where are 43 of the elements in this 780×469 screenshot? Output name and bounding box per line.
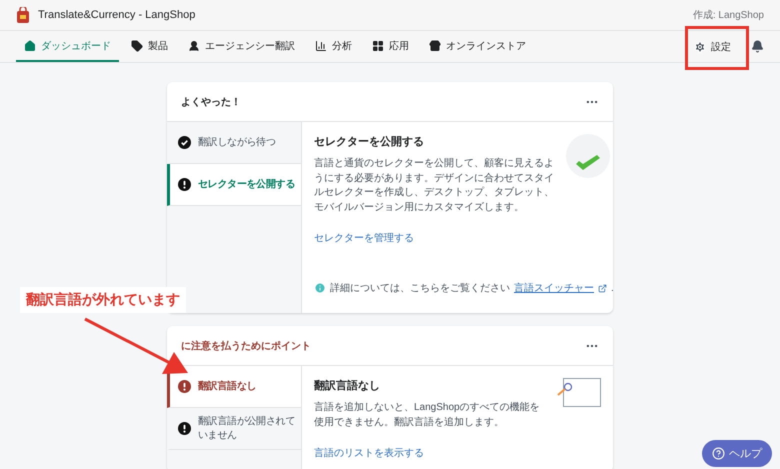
- app-title: Translate&Currency - LangShop: [38, 9, 196, 21]
- check-circle-icon: [178, 136, 191, 149]
- nav-icon: [24, 40, 36, 52]
- nav-tab[interactable]: エージェンシー翻訳: [180, 31, 303, 62]
- card-title: よくやった！: [181, 96, 241, 108]
- nav-tab[interactable]: 応用: [364, 31, 417, 62]
- bell-icon[interactable]: [751, 40, 764, 53]
- note-text: 詳細については、こちらをご覧ください: [330, 282, 510, 295]
- author-label: 作成: LangShop: [692, 8, 764, 22]
- step-description: 言語と通貨のセレクターを公開して、顧客に見えるようにする必要があります。デザインに合わせてスタイルセレクターを作成し、デスクトップ、タブレット、モバイルバージョン用にカスタマイズします。: [314, 157, 555, 214]
- exclamation-circle-icon: [178, 178, 191, 191]
- step-heading: 翻訳言語なし: [314, 378, 381, 393]
- help-icon: [712, 447, 725, 460]
- nav-icon: [315, 40, 327, 52]
- annotation-label: 翻訳言語が外れています: [20, 287, 186, 313]
- exclamation-circle-icon: [178, 380, 191, 393]
- nav-tab[interactable]: 製品: [123, 31, 176, 62]
- step-link[interactable]: 言語のリストを表示する: [314, 446, 549, 460]
- card-title: に注意を払うためにポイント: [181, 339, 311, 352]
- step-tab[interactable]: 翻訳言語が公開されていません: [167, 408, 301, 450]
- nav-icon: [131, 40, 143, 52]
- step-description: 言語を追加しないと、LangShopのすべての機能を使用できません。翻訳言語を追加します。: [314, 401, 541, 430]
- step-tab[interactable]: セレクターを公開する: [167, 164, 301, 206]
- nav-icon: [429, 40, 441, 52]
- external-link-icon: [598, 284, 607, 292]
- note-period: .: [611, 282, 613, 294]
- settings-button[interactable]: 設定: [688, 40, 737, 54]
- help-button[interactable]: ヘルプ: [702, 440, 772, 467]
- settings-icon: [694, 40, 706, 52]
- nav-icon: [372, 40, 384, 52]
- info-icon: [314, 282, 326, 294]
- app-logo-icon: [16, 7, 30, 23]
- exclamation-circle-icon: [178, 422, 191, 435]
- switcher-link[interactable]: 言語スイッチャー: [514, 281, 594, 295]
- nav-icon: [188, 40, 200, 52]
- step-tab[interactable]: 翻訳言語なし: [167, 366, 301, 408]
- nav-tab[interactable]: ダッシュボード: [16, 31, 119, 62]
- nav-tab[interactable]: 分析: [307, 31, 360, 62]
- nav-tab[interactable]: オンラインストア: [421, 31, 534, 62]
- step-heading: セレクターを公開する: [314, 135, 425, 149]
- highlight-frame: [685, 26, 749, 70]
- step-link[interactable]: セレクターを管理する: [314, 231, 558, 245]
- image-frame-illustration: [557, 378, 601, 410]
